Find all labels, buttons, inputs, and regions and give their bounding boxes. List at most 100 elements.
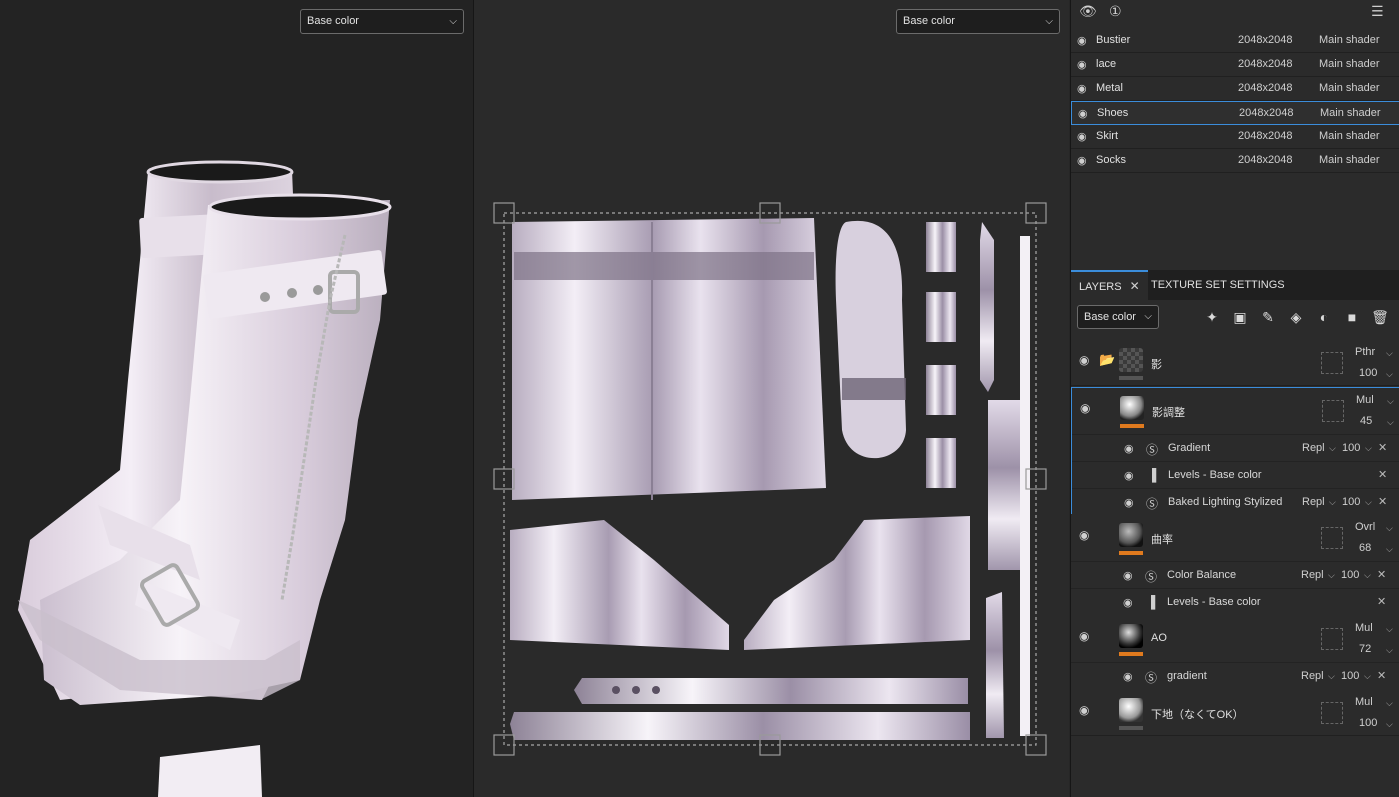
layer-thumbnail[interactable] (1119, 698, 1143, 722)
visibility-all-icon[interactable]: 👁 (1079, 3, 1097, 20)
folder-icon[interactable]: 📂 (1099, 352, 1115, 368)
effect-opacity[interactable]: 100 (1341, 569, 1359, 581)
brush-icon[interactable]: ✎ (1257, 306, 1279, 328)
effect-blend-mode[interactable]: Repl (1302, 496, 1325, 508)
eye-icon[interactable]: ◉ (1079, 629, 1089, 643)
close-icon[interactable]: ✕ (1130, 279, 1140, 293)
effect-blend-mode[interactable]: Repl (1301, 670, 1324, 682)
chevron-down-icon[interactable]: ⌵ (1328, 570, 1335, 581)
chevron-down-icon[interactable]: ⌵ (1386, 544, 1393, 555)
close-icon[interactable]: ✕ (1378, 495, 1387, 508)
chevron-down-icon[interactable]: ⌵ (1386, 348, 1393, 359)
layer-opacity[interactable]: 100 (1359, 367, 1377, 379)
filter-menu-icon[interactable]: ☰ (1371, 3, 1384, 20)
layer-effect[interactable]: ◉ ▐ Levels - Base color ✕ (1071, 588, 1399, 615)
layer-blend-mode[interactable]: Pthr (1355, 346, 1375, 358)
eye-icon[interactable]: ◉ (1078, 107, 1088, 120)
eye-icon[interactable]: ◉ (1079, 353, 1089, 367)
eye-icon[interactable]: ◉ (1124, 469, 1134, 482)
layer-effect[interactable]: ◉ Ⓢ Gradient Repl ⌵ 100 ⌵ ✕ (1072, 434, 1399, 461)
eye-icon[interactable]: ◉ (1123, 670, 1133, 683)
eye-icon[interactable]: ◉ (1077, 34, 1087, 47)
eye-icon[interactable]: ◉ (1079, 528, 1089, 542)
effect-name[interactable]: gradient (1167, 670, 1207, 682)
close-icon[interactable]: ✕ (1378, 468, 1387, 481)
close-icon[interactable]: ✕ (1377, 669, 1386, 682)
eye-icon[interactable]: ◉ (1124, 496, 1134, 509)
layer-mask-slot[interactable] (1321, 352, 1343, 374)
layer-opacity[interactable]: 45 (1360, 415, 1372, 427)
layer-item[interactable]: ◉ 下地（なくてOK） Mul ⌵ 100 ⌵ (1071, 690, 1399, 736)
effect-blend-mode[interactable]: Repl (1302, 442, 1325, 454)
viewport-2d-uv[interactable]: Base color ⌵ (474, 0, 1069, 797)
chevron-down-icon[interactable]: ⌵ (1387, 396, 1394, 407)
eye-icon[interactable]: ◉ (1123, 569, 1133, 582)
eye-icon[interactable]: ◉ (1077, 130, 1087, 143)
layer-mask-slot[interactable] (1322, 400, 1344, 422)
smart-material-icon[interactable]: ◐ (1313, 306, 1335, 328)
chevron-down-icon[interactable]: ⌵ (1386, 523, 1393, 534)
layer-blend-mode[interactable]: Ovrl (1355, 521, 1375, 533)
layer-item[interactable]: ◉ 影調整 Mul ⌵ 45 ⌵ ◉ Ⓢ Gradient Repl ⌵ 100 ⌵ ✕ ◉ ▐ Levels … (1071, 387, 1399, 515)
chevron-down-icon[interactable]: ⌵ (1386, 719, 1393, 730)
chevron-down-icon[interactable]: ⌵ (1386, 624, 1393, 635)
texture-set-row[interactable]: ◉ Shoes 2048x2048 Main shader (1071, 101, 1399, 125)
layer-effect[interactable]: ◉ Ⓢgradient Repl ⌵ 100 ⌵ ✕ (1071, 662, 1399, 689)
layer-opacity[interactable]: 68 (1359, 542, 1371, 554)
fill-bucket-icon[interactable]: ◈ (1285, 306, 1307, 328)
layer-effect[interactable]: ◉ Ⓢ Baked Lighting Stylized Repl ⌵ 100 ⌵ ✕ (1072, 488, 1399, 515)
tab-layers[interactable]: LAYERS ✕ (1071, 270, 1148, 300)
close-icon[interactable]: ✕ (1378, 441, 1387, 454)
viewport-3d[interactable]: Base color ⌵ (0, 0, 473, 797)
eye-icon[interactable]: ◉ (1080, 401, 1090, 415)
close-icon[interactable]: ✕ (1377, 568, 1386, 581)
layer-item[interactable]: ◉ 曲率 Ovrl ⌵ 68 ⌵ ◉ Ⓢ Color Balance Repl ⌵ 100 ⌵ ✕ ◉ ▐ Le… (1071, 515, 1399, 615)
add-mask-icon[interactable]: ▣ (1229, 306, 1251, 328)
eye-icon[interactable]: ◉ (1077, 58, 1087, 71)
effect-blend-mode[interactable]: Repl (1301, 569, 1324, 581)
chevron-down-icon[interactable]: ⌵ (1364, 570, 1371, 581)
chevron-down-icon[interactable]: ⌵ (1387, 417, 1394, 428)
chevron-down-icon[interactable]: ⌵ (1386, 369, 1393, 380)
layer-effect[interactable]: ◉ Ⓢ Color Balance Repl ⌵ 100 ⌵ ✕ (1071, 561, 1399, 588)
uv-texture-preview[interactable] (474, 0, 1069, 797)
tab-texture-set-settings[interactable]: TEXTURE SET SETTINGS (1143, 270, 1293, 300)
layer-blend-mode[interactable]: Mul (1356, 394, 1374, 406)
boots-3d-model[interactable] (0, 0, 473, 797)
layer-blend-mode[interactable]: Mul (1355, 696, 1373, 708)
effect-name[interactable]: Levels - Base color (1168, 469, 1262, 481)
texture-set-row[interactable]: ◉ Skirt 2048x2048 Main shader (1071, 125, 1399, 149)
chevron-down-icon[interactable]: ⌵ (1365, 443, 1372, 454)
close-icon[interactable]: ✕ (1377, 595, 1386, 608)
effect-name[interactable]: Baked Lighting Stylized (1168, 496, 1282, 508)
layer-thumbnail[interactable] (1119, 624, 1143, 648)
eye-icon[interactable]: ◉ (1124, 442, 1134, 455)
effect-opacity[interactable]: 100 (1341, 670, 1359, 682)
texture-set-row[interactable]: ◉ Bustier 2048x2048 Main shader (1071, 29, 1399, 53)
layer-mask-slot[interactable] (1321, 628, 1343, 650)
layer-mask-slot[interactable] (1321, 702, 1343, 724)
eye-icon[interactable]: ◉ (1123, 596, 1133, 609)
texture-set-row[interactable]: ◉ lace 2048x2048 Main shader (1071, 53, 1399, 77)
effect-name[interactable]: Gradient (1168, 442, 1210, 454)
layer-mask-slot[interactable] (1321, 527, 1343, 549)
layers-channel-dropdown[interactable]: Base color ⌵ (1077, 305, 1159, 329)
trash-icon[interactable]: 🗑 (1369, 306, 1391, 328)
texture-set-row[interactable]: ◉ Metal 2048x2048 Main shader (1071, 77, 1399, 101)
folder-icon[interactable]: ■ (1341, 306, 1363, 328)
layer-blend-mode[interactable]: Mul (1355, 622, 1373, 634)
solo-visibility-icon[interactable]: ① (1109, 3, 1122, 20)
layer-opacity[interactable]: 100 (1359, 717, 1377, 729)
chevron-down-icon[interactable]: ⌵ (1386, 698, 1393, 709)
chevron-down-icon[interactable]: ⌵ (1329, 443, 1336, 454)
effect-name[interactable]: Color Balance (1167, 569, 1236, 581)
eye-icon[interactable]: ◉ (1079, 703, 1089, 717)
effect-name[interactable]: Levels - Base color (1167, 596, 1261, 608)
magic-wand-icon[interactable]: ✦ (1201, 306, 1223, 328)
layer-thumbnail[interactable] (1120, 396, 1144, 420)
layer-opacity[interactable]: 72 (1359, 643, 1371, 655)
chevron-down-icon[interactable]: ⌵ (1365, 497, 1372, 508)
layer-thumbnail[interactable] (1119, 348, 1143, 372)
layer-name[interactable]: 下地（なくてOK） (1151, 706, 1244, 722)
layer-name[interactable]: 曲率 (1151, 531, 1173, 547)
